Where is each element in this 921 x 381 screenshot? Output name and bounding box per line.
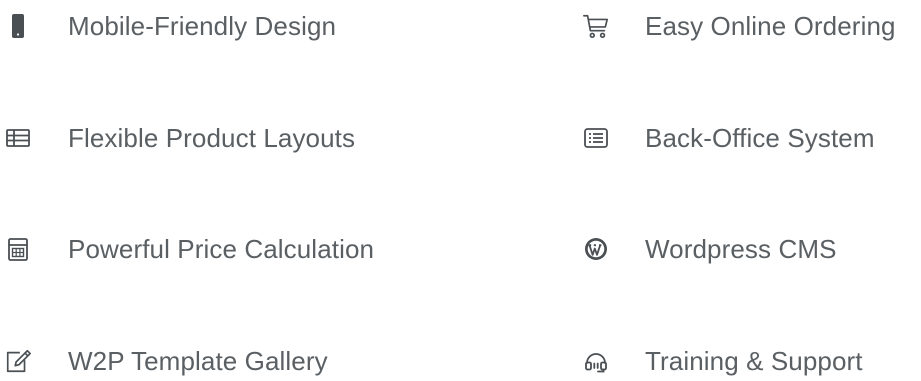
feature-label: Easy Online Ordering: [645, 11, 896, 41]
feature-label: Back-Office System: [645, 123, 875, 153]
shopping-cart-icon: [582, 12, 610, 40]
headset-support-icon: [582, 347, 610, 375]
edit-pencil-icon: [4, 347, 32, 375]
feature-label: Wordpress CMS: [645, 234, 837, 264]
feature-label: Powerful Price Calculation: [68, 234, 375, 264]
feature-label: Mobile-Friendly Design: [68, 11, 337, 41]
feature-label: W2P Template Gallery: [68, 346, 328, 376]
calculator-icon: [4, 235, 32, 263]
table-layout-icon: [4, 124, 32, 152]
feature-label: Training & Support: [645, 346, 863, 376]
wordpress-icon: [582, 235, 610, 263]
mobile-phone-icon: [4, 12, 32, 40]
feature-label: Flexible Product Layouts: [68, 123, 356, 153]
list-icon: [582, 124, 610, 152]
